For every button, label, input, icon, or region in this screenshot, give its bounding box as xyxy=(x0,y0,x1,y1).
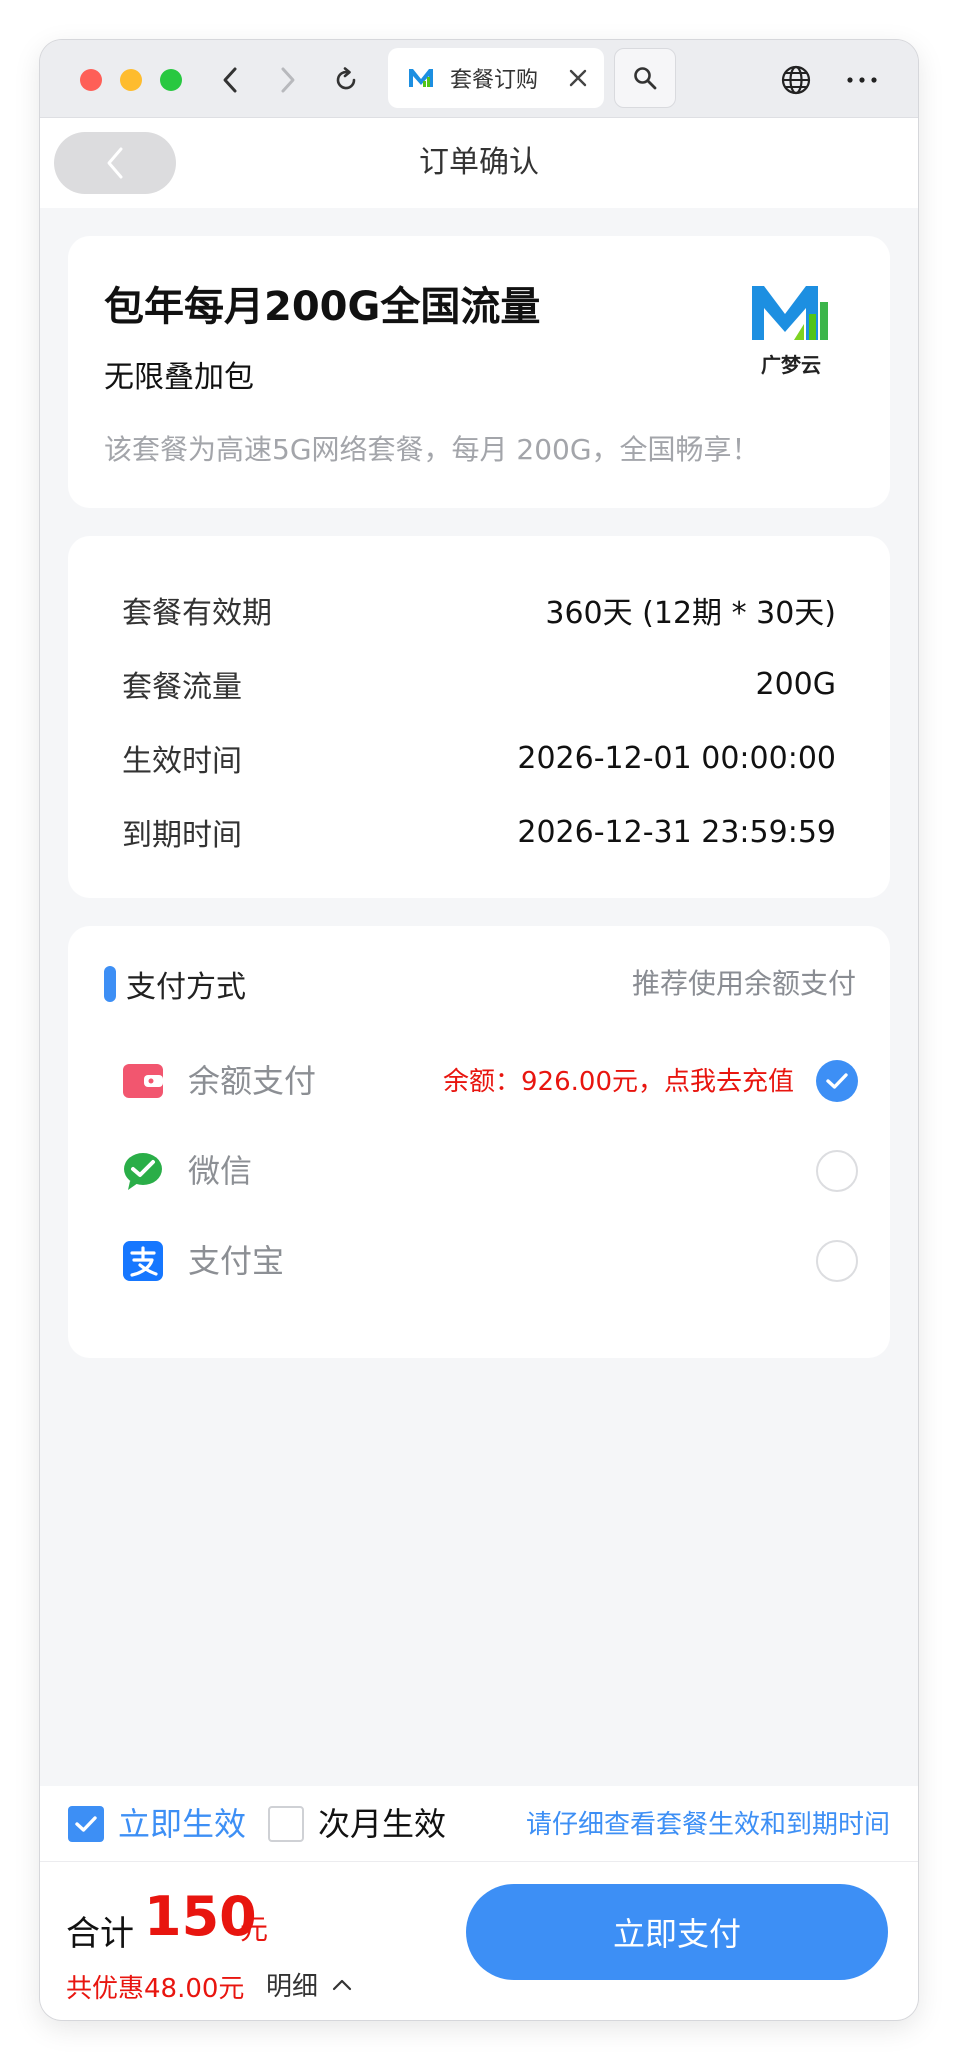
effective-time-note[interactable]: 请仔细查看套餐生效和到期时间 xyxy=(526,1808,890,1842)
payment-section-title: 支付方式 xyxy=(126,970,246,1005)
chevron-left-icon xyxy=(223,67,237,93)
info-row-end-time: 到期时间 2026-12-31 23:59:59 xyxy=(122,812,836,854)
payment-method-card: 支付方式 推荐使用余额支付 余额支付 余额：926.00元，点我去充值 微信 支… xyxy=(68,926,890,1358)
close-window-button[interactable] xyxy=(80,69,102,91)
globe-icon xyxy=(781,65,811,95)
info-value: 2026-12-01 00:00:00 xyxy=(517,740,836,776)
immediate-effect-checkbox[interactable] xyxy=(68,1806,104,1842)
info-label: 生效时间 xyxy=(122,744,242,779)
page-header: 订单确认 xyxy=(40,118,918,208)
wallet-icon xyxy=(123,1064,163,1098)
payment-hint: 推荐使用余额支付 xyxy=(631,967,856,1000)
browser-reload-button[interactable] xyxy=(326,60,366,100)
immediate-effect-label[interactable]: 立即生效 xyxy=(118,1804,246,1844)
chevron-right-icon xyxy=(281,67,295,93)
next-month-effect-checkbox[interactable] xyxy=(268,1806,304,1842)
chevron-left-icon xyxy=(107,147,123,179)
tab-close-button[interactable] xyxy=(558,58,598,98)
browser-forward-button[interactable] xyxy=(268,60,308,100)
price-detail-toggle[interactable]: 明细 xyxy=(266,1966,352,2003)
package-info-card: 套餐有效期 360天 (12期 * 30天) 套餐流量 200G 生效时间 20… xyxy=(68,536,890,898)
info-row-validity: 套餐有效期 360天 (12期 * 30天) xyxy=(122,590,836,631)
info-label: 套餐流量 xyxy=(122,670,242,705)
payment-radio-alipay[interactable] xyxy=(816,1240,858,1282)
close-icon xyxy=(569,69,587,87)
product-subtitle: 无限叠加包 xyxy=(104,360,254,395)
tab-title: 套餐订购 xyxy=(450,68,539,93)
browser-more-button[interactable] xyxy=(840,60,884,100)
payment-option-alipay[interactable]: 支付宝 xyxy=(122,1230,858,1292)
check-icon xyxy=(75,1816,97,1832)
effective-time-options: 立即生效 次月生效 请仔细查看套餐生效和到期时间 xyxy=(40,1786,918,1862)
product-card: 包年每月200G全国流量 无限叠加包 该套餐为高速5G网络套餐，每月 200G，… xyxy=(68,236,890,508)
price-detail-label: 明细 xyxy=(266,1972,319,2002)
info-value: 360天 (12期 * 30天) xyxy=(545,596,836,631)
minimize-window-button[interactable] xyxy=(120,69,142,91)
browser-language-button[interactable] xyxy=(776,60,816,100)
brand-logo-text: 广梦云 xyxy=(761,353,821,377)
more-horizontal-icon xyxy=(847,77,877,83)
section-accent-bar xyxy=(104,966,116,1002)
reload-icon xyxy=(336,67,356,90)
wechat-icon xyxy=(124,1153,162,1190)
info-row-start-time: 生效时间 2026-12-01 00:00:00 xyxy=(122,738,836,780)
payment-radio-balance[interactable] xyxy=(816,1060,858,1102)
maximize-window-button[interactable] xyxy=(160,69,182,91)
browser-window: 套餐订购 订单确认 包年每月200G全国流量 无限叠加包 该套餐为高速5G网络套… xyxy=(40,40,918,2020)
payment-radio-wechat[interactable] xyxy=(816,1150,858,1192)
balance-recharge-link[interactable]: 余额：926.00元，点我去充值 xyxy=(443,1064,794,1100)
next-month-effect-label[interactable]: 次月生效 xyxy=(318,1804,446,1844)
product-description: 该套餐为高速5G网络套餐，每月 200G，全国畅享！ xyxy=(104,433,760,466)
info-label: 到期时间 xyxy=(122,818,242,853)
pay-now-button[interactable]: 立即支付 xyxy=(466,1884,888,1980)
total-unit: 元 xyxy=(240,1913,269,1946)
payment-option-label: 余额支付 xyxy=(188,1062,317,1100)
total-label: 合计 xyxy=(66,1914,134,1954)
brand-logo: 广梦云 xyxy=(752,286,828,377)
browser-search-button[interactable] xyxy=(614,48,676,108)
browser-titlebar: 套餐订购 xyxy=(40,40,918,118)
info-value: 200G xyxy=(755,666,836,702)
discount-text: 共优惠48.00元 xyxy=(66,1974,245,2004)
chevron-up-icon xyxy=(332,1979,352,1990)
search-icon xyxy=(634,67,657,90)
info-value: 2026-12-31 23:59:59 xyxy=(517,814,836,850)
info-label: 套餐有效期 xyxy=(122,596,272,631)
product-title: 包年每月200G全国流量 xyxy=(104,284,541,330)
payment-option-label: 微信 xyxy=(188,1152,253,1190)
brand-favicon-icon xyxy=(409,69,433,87)
checkout-bar: 合计 150 元 共优惠48.00元 明细 立即支付 xyxy=(40,1862,918,2020)
payment-option-label: 支付宝 xyxy=(188,1242,285,1280)
browser-back-button[interactable] xyxy=(210,60,250,100)
payment-option-wechat[interactable]: 微信 xyxy=(122,1140,858,1202)
info-row-data: 套餐流量 200G xyxy=(122,664,836,706)
alipay-icon xyxy=(123,1241,163,1281)
payment-option-balance[interactable]: 余额支付 余额：926.00元，点我去充值 xyxy=(122,1050,858,1112)
browser-tab[interactable]: 套餐订购 xyxy=(388,48,604,108)
page-back-button[interactable] xyxy=(54,132,176,194)
check-icon xyxy=(826,1073,848,1089)
